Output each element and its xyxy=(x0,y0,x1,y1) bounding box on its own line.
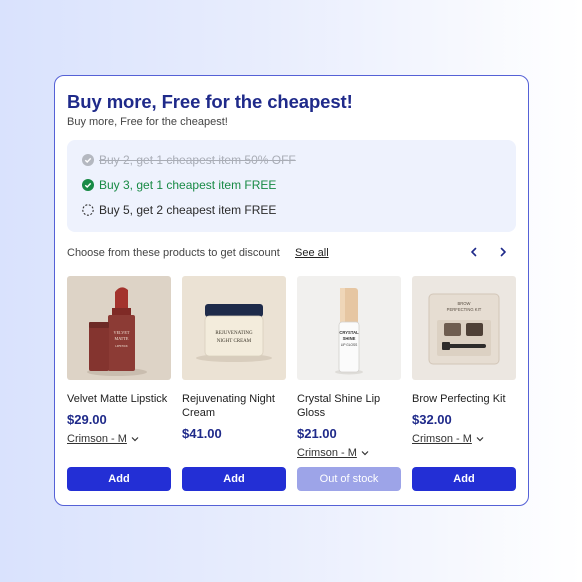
add-to-cart-button[interactable]: Add xyxy=(182,467,286,491)
product-name[interactable]: Brow Perfecting Kit xyxy=(412,392,516,406)
lipstick-label-line3: LIPSTICK xyxy=(115,344,128,348)
add-to-cart-button[interactable]: Add xyxy=(412,467,516,491)
variant-select[interactable]: Crimson - M xyxy=(412,433,484,445)
product-image-brow-kit[interactable]: BROW PERFECTING KIT xyxy=(412,276,516,380)
product-price: $29.00 xyxy=(67,412,107,427)
bundle-discount-card: Buy more, Free for the cheapest! Buy mor… xyxy=(54,75,529,506)
check-circle-icon xyxy=(82,154,94,166)
tier-item-expired: Buy 2, get 1 cheapest item 50% OFF xyxy=(82,153,296,167)
discount-tiers: Buy 2, get 1 cheapest item 50% OFF Buy 3… xyxy=(67,140,516,232)
add-to-cart-button[interactable]: Add xyxy=(67,467,171,491)
chevron-down-icon xyxy=(476,437,484,442)
tier-label: Buy 3, get 1 cheapest item FREE xyxy=(99,178,277,192)
gloss-label-line3: LIP GLOSS xyxy=(341,343,358,347)
product-card: BROW PERFECTING KIT Brow Perfecting Kit … xyxy=(412,276,516,447)
tier-label: Buy 5, get 2 cheapest item FREE xyxy=(99,203,277,217)
lipstick-label-line2: MATTE xyxy=(115,336,129,341)
product-name[interactable]: Velvet Matte Lipstick xyxy=(67,392,171,406)
see-all-link[interactable]: See all xyxy=(295,247,329,259)
gloss-label-line1: CRYSTAL xyxy=(339,330,359,335)
variant-value: Crimson - M xyxy=(412,433,472,445)
product-name[interactable]: Crystal Shine Lip Gloss xyxy=(297,392,401,420)
dashed-circle-icon xyxy=(82,204,94,216)
carousel-prev-button[interactable] xyxy=(466,244,482,260)
out-of-stock-button: Out of stock xyxy=(297,467,401,491)
product-image-lipstick[interactable]: VELVET MATTE LIPSTICK xyxy=(67,276,171,380)
chevron-right-icon xyxy=(500,247,506,257)
product-price: $32.00 xyxy=(412,412,452,427)
chevron-left-icon xyxy=(471,247,477,257)
product-price: $21.00 xyxy=(297,426,337,441)
carousel-next-button[interactable] xyxy=(495,244,511,260)
product-price: $41.00 xyxy=(182,426,222,441)
product-image-lip-gloss[interactable]: CRYSTAL SHINE LIP GLOSS xyxy=(297,276,401,380)
card-subtitle: Buy more, Free for the cheapest! xyxy=(67,116,228,128)
card-title: Buy more, Free for the cheapest! xyxy=(67,91,353,112)
product-card: REJUVENATING NIGHT CREAM Rejuvenating Ni… xyxy=(182,276,286,441)
brow-label-line1: BROW xyxy=(457,301,470,306)
cream-label-line2: NIGHT CREAM xyxy=(217,339,252,344)
variant-value: Crimson - M xyxy=(297,447,357,459)
product-image-cream-jar[interactable]: REJUVENATING NIGHT CREAM xyxy=(182,276,286,380)
choose-products-text: Choose from these products to get discou… xyxy=(67,247,280,259)
chevron-down-icon xyxy=(361,451,369,456)
variant-select[interactable]: Crimson - M xyxy=(297,447,369,459)
lipstick-label-line1: VELVET xyxy=(114,330,130,335)
check-circle-icon xyxy=(82,179,94,191)
tier-label: Buy 2, get 1 cheapest item 50% OFF xyxy=(99,153,296,167)
variant-value: Crimson - M xyxy=(67,433,127,445)
gloss-label-line2: SHINE xyxy=(343,336,356,341)
cream-label-line1: REJUVENATING xyxy=(215,331,253,336)
variant-select[interactable]: Crimson - M xyxy=(67,433,139,445)
brow-label-line2: PERFECTING KIT xyxy=(447,307,482,312)
tier-item-active: Buy 3, get 1 cheapest item FREE xyxy=(82,178,276,192)
product-name[interactable]: Rejuvenating Night Cream xyxy=(182,392,286,420)
chevron-down-icon xyxy=(131,437,139,442)
tier-item-pending: Buy 5, get 2 cheapest item FREE xyxy=(82,203,276,217)
product-card: CRYSTAL SHINE LIP GLOSS Crystal Shine Li… xyxy=(297,276,401,461)
product-card: VELVET MATTE LIPSTICK Velvet Matte Lipst… xyxy=(67,276,171,447)
